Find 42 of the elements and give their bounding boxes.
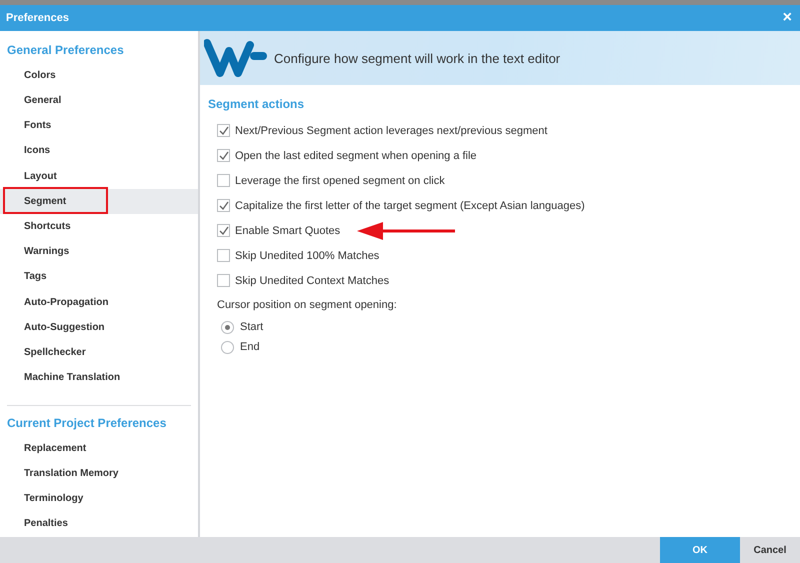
sidebar-item[interactable]: Tags bbox=[0, 264, 198, 290]
checkbox[interactable] bbox=[217, 174, 230, 187]
section-title: General Preferences bbox=[6, 43, 125, 57]
option-label: Skip Unedited 100% Matches bbox=[235, 250, 380, 262]
radio-button[interactable] bbox=[221, 320, 234, 334]
logo-icon bbox=[204, 37, 268, 79]
sidebar-item[interactable]: Shortcuts bbox=[0, 214, 198, 240]
option-label: Open the last edited segment when opening a file bbox=[235, 150, 477, 162]
window-title: Preferences bbox=[6, 12, 69, 24]
checkbox[interactable] bbox=[217, 124, 230, 137]
sidebar-item[interactable]: Warnings bbox=[0, 240, 198, 265]
sidebar-item[interactable]: Segment bbox=[0, 189, 198, 214]
sidebar-item[interactable]: Replacement bbox=[0, 436, 198, 462]
sidebar-item[interactable]: Auto-Suggestion bbox=[0, 315, 198, 341]
sidebar-item[interactable]: Penalties bbox=[0, 512, 198, 537]
radio-label: End bbox=[240, 341, 260, 353]
banner-text: Configure how segment will work in the text editor bbox=[274, 50, 560, 66]
option-label: Next/Previous Segment action leverages next/previous segment bbox=[235, 124, 548, 136]
radio-button[interactable] bbox=[221, 340, 234, 354]
sidebar-item[interactable]: General bbox=[0, 88, 198, 114]
sidebar-item[interactable]: Fonts bbox=[0, 113, 198, 139]
option-label: Leverage the first opened segment on click bbox=[235, 174, 445, 186]
radio-label: Start bbox=[240, 321, 264, 333]
sidebar-item[interactable]: Auto-Propagation bbox=[0, 290, 198, 316]
checkbox[interactable] bbox=[217, 274, 230, 287]
sidebar-item[interactable]: Spellchecker bbox=[0, 340, 198, 366]
section-heading: Segment actions bbox=[208, 97, 306, 111]
sidebar-item[interactable]: Layout bbox=[0, 164, 198, 190]
sidebar-item[interactable]: Machine Translation bbox=[0, 366, 198, 392]
sidebar-item[interactable]: Icons bbox=[0, 138, 198, 164]
checkbox[interactable] bbox=[217, 149, 230, 162]
checkbox[interactable] bbox=[217, 224, 230, 237]
checkbox[interactable] bbox=[217, 249, 230, 262]
checkbox[interactable] bbox=[217, 199, 230, 212]
sidebar-item[interactable]: Translation Memory bbox=[0, 461, 198, 487]
option-label: Enable Smart Quotes bbox=[235, 224, 340, 236]
section-title: Current Project Preferences bbox=[6, 416, 168, 430]
field-label: Cursor position on segment opening: bbox=[216, 299, 398, 311]
sidebar-item[interactable]: Terminology bbox=[0, 486, 198, 512]
option-label: Capitalize the first letter of the target segment (Except Asian languages) bbox=[235, 200, 585, 212]
sidebar-item[interactable]: Colors bbox=[0, 63, 198, 88]
option-label: Skip Unedited Context Matches bbox=[235, 274, 390, 286]
